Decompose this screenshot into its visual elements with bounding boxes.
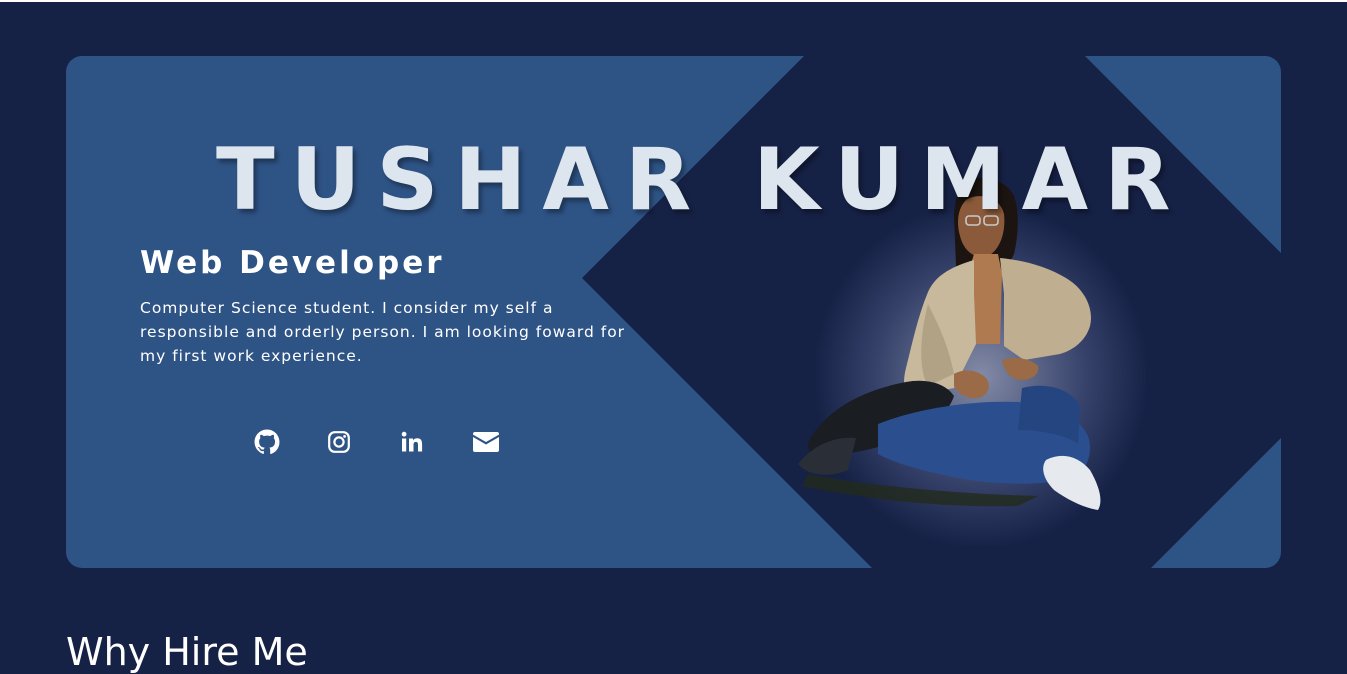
linkedin-link[interactable] <box>400 428 473 456</box>
linkedin-icon <box>401 431 423 452</box>
instagram-link[interactable] <box>327 428 400 456</box>
hero-card: TUSHAR KUMAR Web Developer Computer Scie… <box>66 56 1281 568</box>
section-heading-why-hire-me: Why Hire Me <box>66 630 308 674</box>
hero-name: TUSHAR KUMAR <box>216 130 1187 230</box>
hero-bio: Computer Science student. I consider my … <box>140 299 626 365</box>
hero-role: Web Developer <box>140 245 445 281</box>
email-link[interactable] <box>473 428 546 456</box>
social-links <box>254 428 546 456</box>
instagram-icon <box>328 431 350 453</box>
github-link[interactable] <box>254 428 327 456</box>
github-icon <box>254 429 280 454</box>
envelope-icon <box>473 432 499 452</box>
top-border <box>0 0 1347 2</box>
